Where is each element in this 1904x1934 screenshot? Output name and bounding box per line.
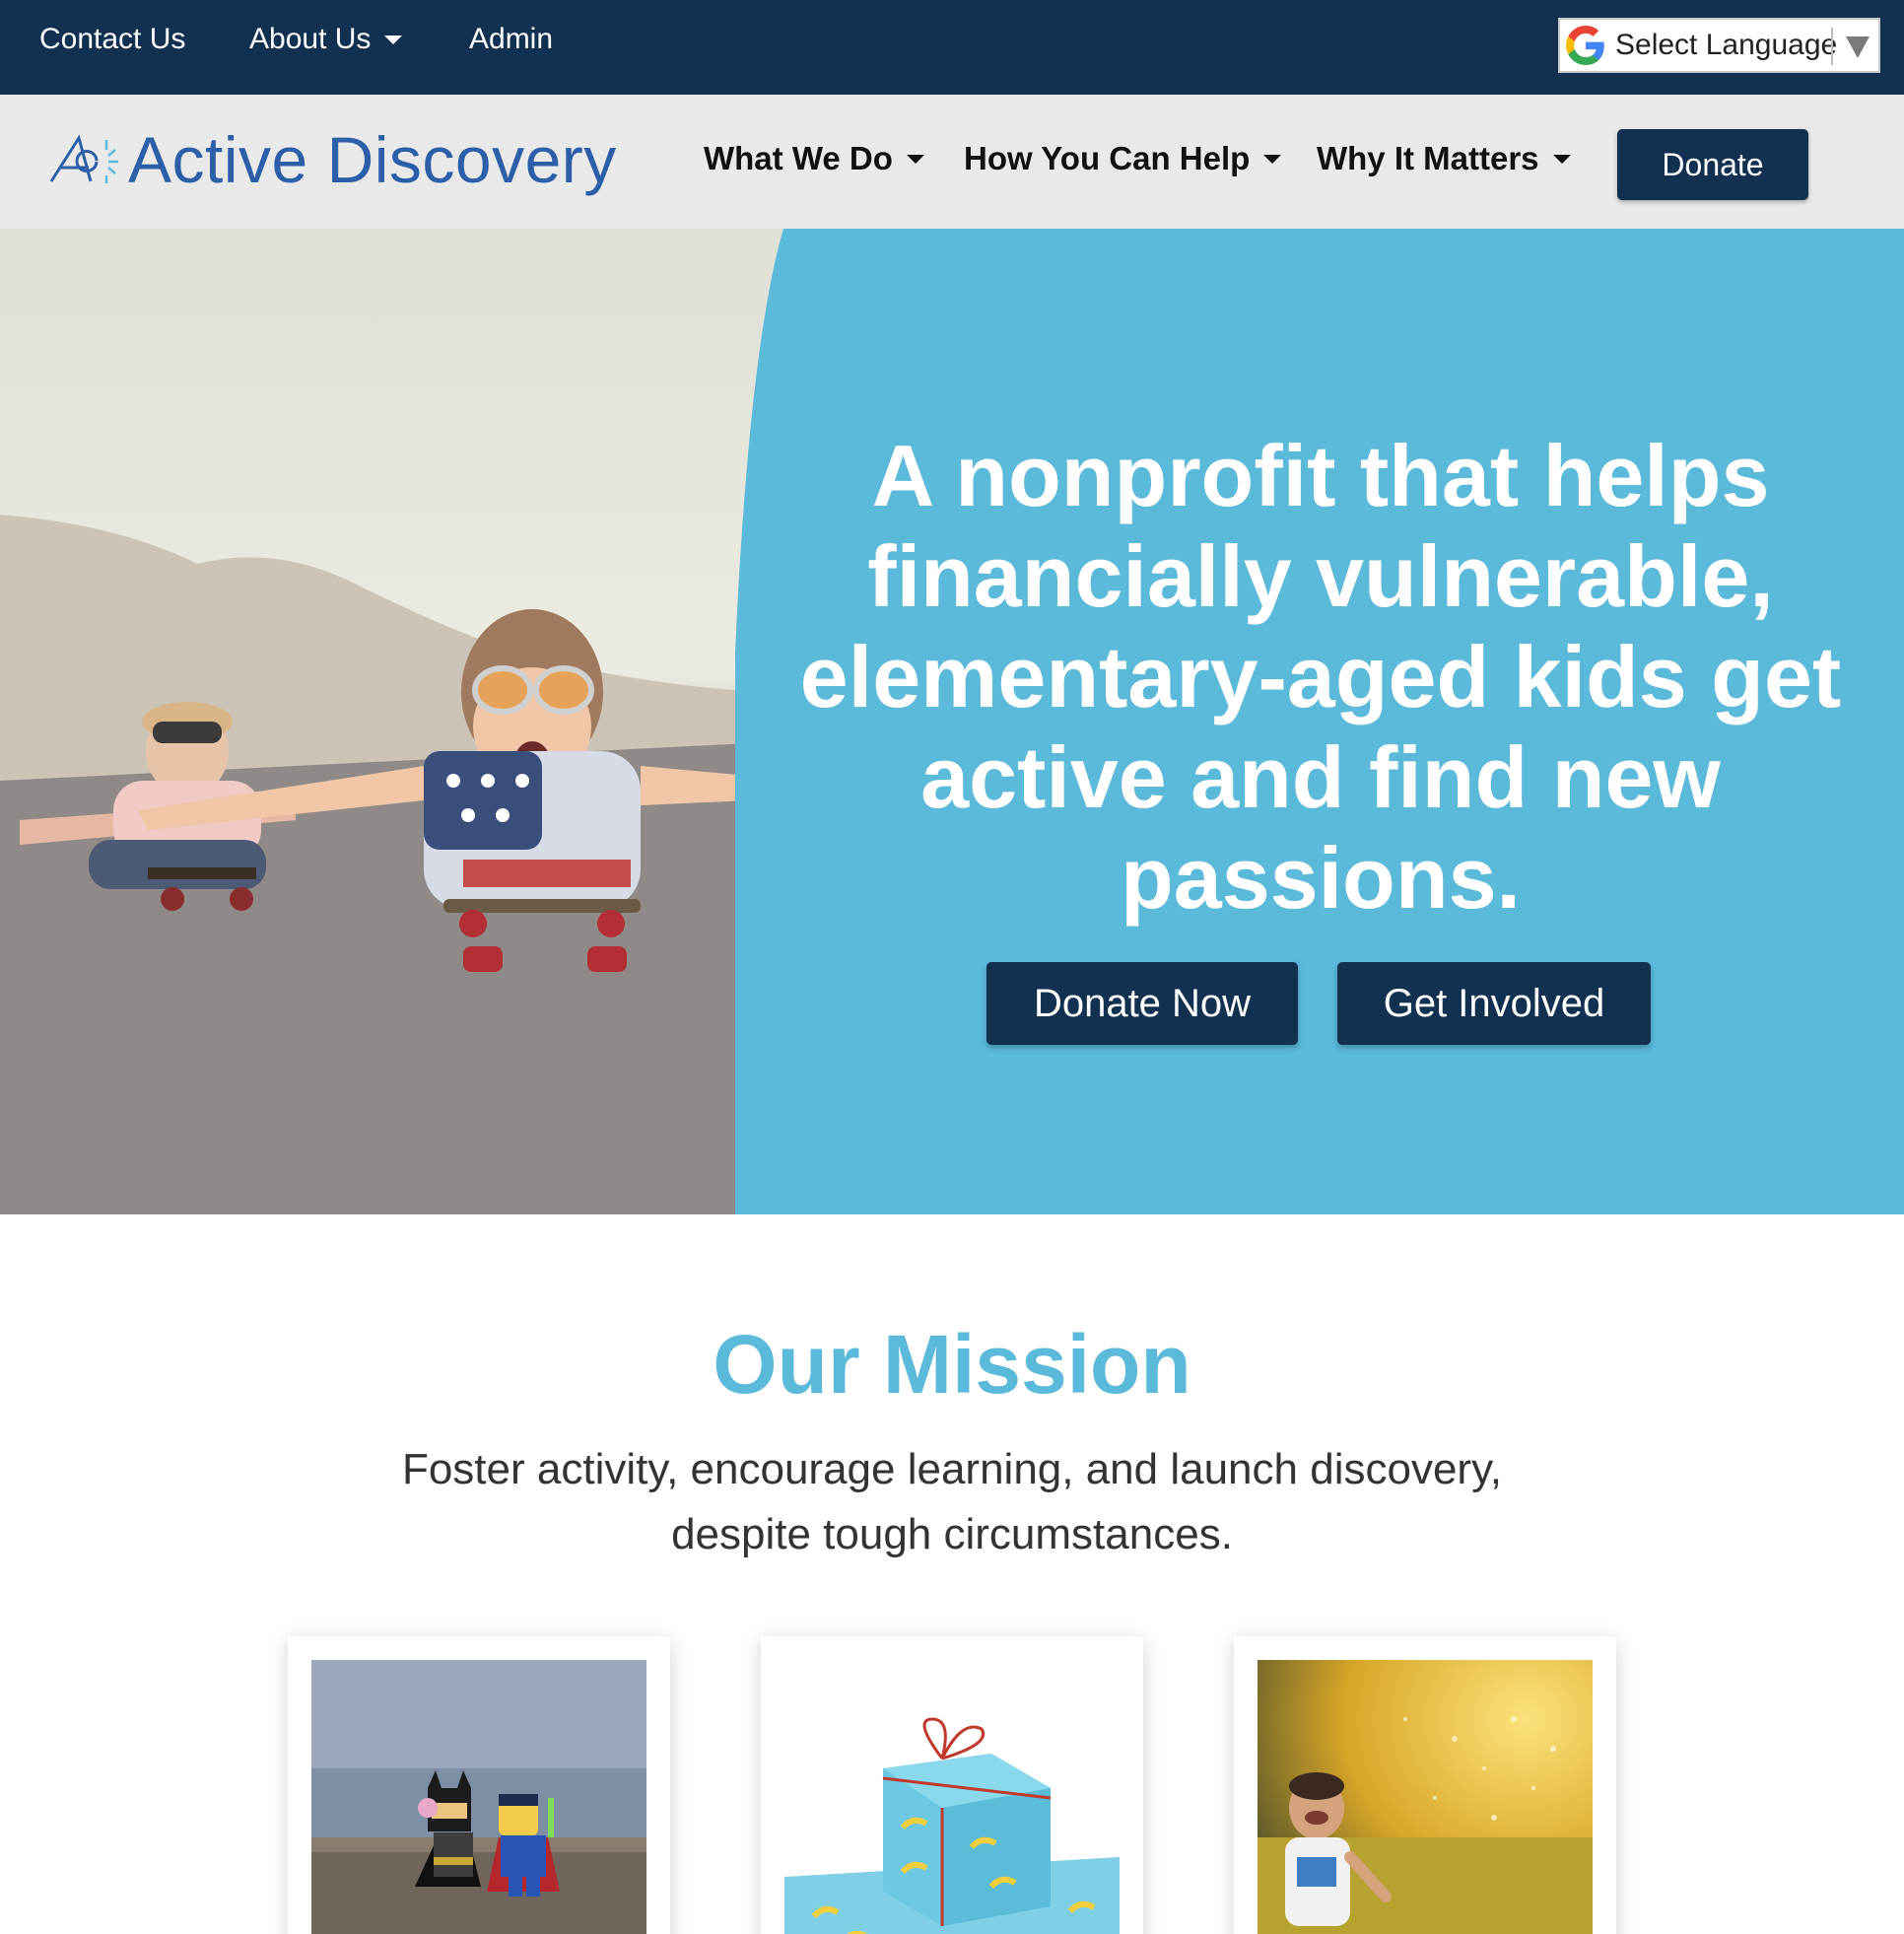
google-icon: [1566, 26, 1604, 65]
admin-link[interactable]: Admin: [469, 22, 553, 57]
nav-why-it-matters-label: Why It Matters: [1317, 140, 1539, 176]
chevron-down-icon: [1552, 154, 1571, 164]
child-sprinkler-photo: [1258, 1660, 1593, 1934]
chevron-down-icon: [906, 154, 924, 164]
contact-us-link[interactable]: Contact Us: [39, 22, 185, 57]
donate-now-label: Donate Now: [1033, 981, 1252, 1025]
chevron-down-icon: [384, 35, 403, 44]
hero-headline: A nonprofit that helps financially vulne…: [799, 427, 1842, 927]
get-involved-label: Get Involved: [1383, 981, 1605, 1025]
language-divider: [1831, 28, 1833, 65]
about-us-label: About Us: [249, 23, 372, 55]
site-logo[interactable]: Active Discovery: [45, 116, 646, 207]
mission-text: Foster activity, encourage learning, and…: [401, 1445, 1503, 1558]
hero-section: A nonprofit that helps financially vulne…: [0, 229, 1904, 1214]
mission-title: Our Mission: [713, 1318, 1191, 1411]
main-nav: Active Discovery What We Do How You Can …: [0, 95, 1904, 229]
mission-card-sprinkler[interactable]: [1234, 1636, 1616, 1934]
nav-how-you-can-help-label: How You Can Help: [964, 140, 1251, 176]
donate-button-label: Donate: [1662, 146, 1764, 182]
nav-what-we-do[interactable]: What We Do: [704, 140, 924, 177]
admin-label: Admin: [469, 23, 554, 55]
donate-button[interactable]: Donate: [1617, 129, 1808, 200]
gift-box-photo: [784, 1660, 1120, 1934]
logo-wordmark: Active Discovery: [128, 123, 617, 196]
donate-now-button[interactable]: Donate Now: [986, 962, 1298, 1045]
nav-how-you-can-help[interactable]: How You Can Help: [964, 140, 1282, 177]
chevron-down-icon: [1263, 154, 1282, 164]
get-involved-button[interactable]: Get Involved: [1337, 962, 1651, 1045]
mission-card-lego[interactable]: [288, 1636, 670, 1934]
mission-card-gift[interactable]: [761, 1636, 1143, 1934]
language-selector[interactable]: Select Language: [1558, 18, 1880, 73]
lego-figures-photo: [311, 1660, 646, 1934]
language-label: Select Language: [1615, 29, 1838, 61]
about-us-dropdown[interactable]: About Us: [249, 22, 403, 57]
top-utility-bar: Contact Us About Us Admin Select Languag…: [0, 0, 1904, 95]
dropdown-arrow-icon: [1846, 36, 1870, 58]
contact-us-label: Contact Us: [39, 23, 186, 55]
nav-what-we-do-label: What We Do: [704, 140, 893, 176]
nav-why-it-matters[interactable]: Why It Matters: [1317, 140, 1571, 177]
logo-mark-icon: [49, 134, 118, 183]
